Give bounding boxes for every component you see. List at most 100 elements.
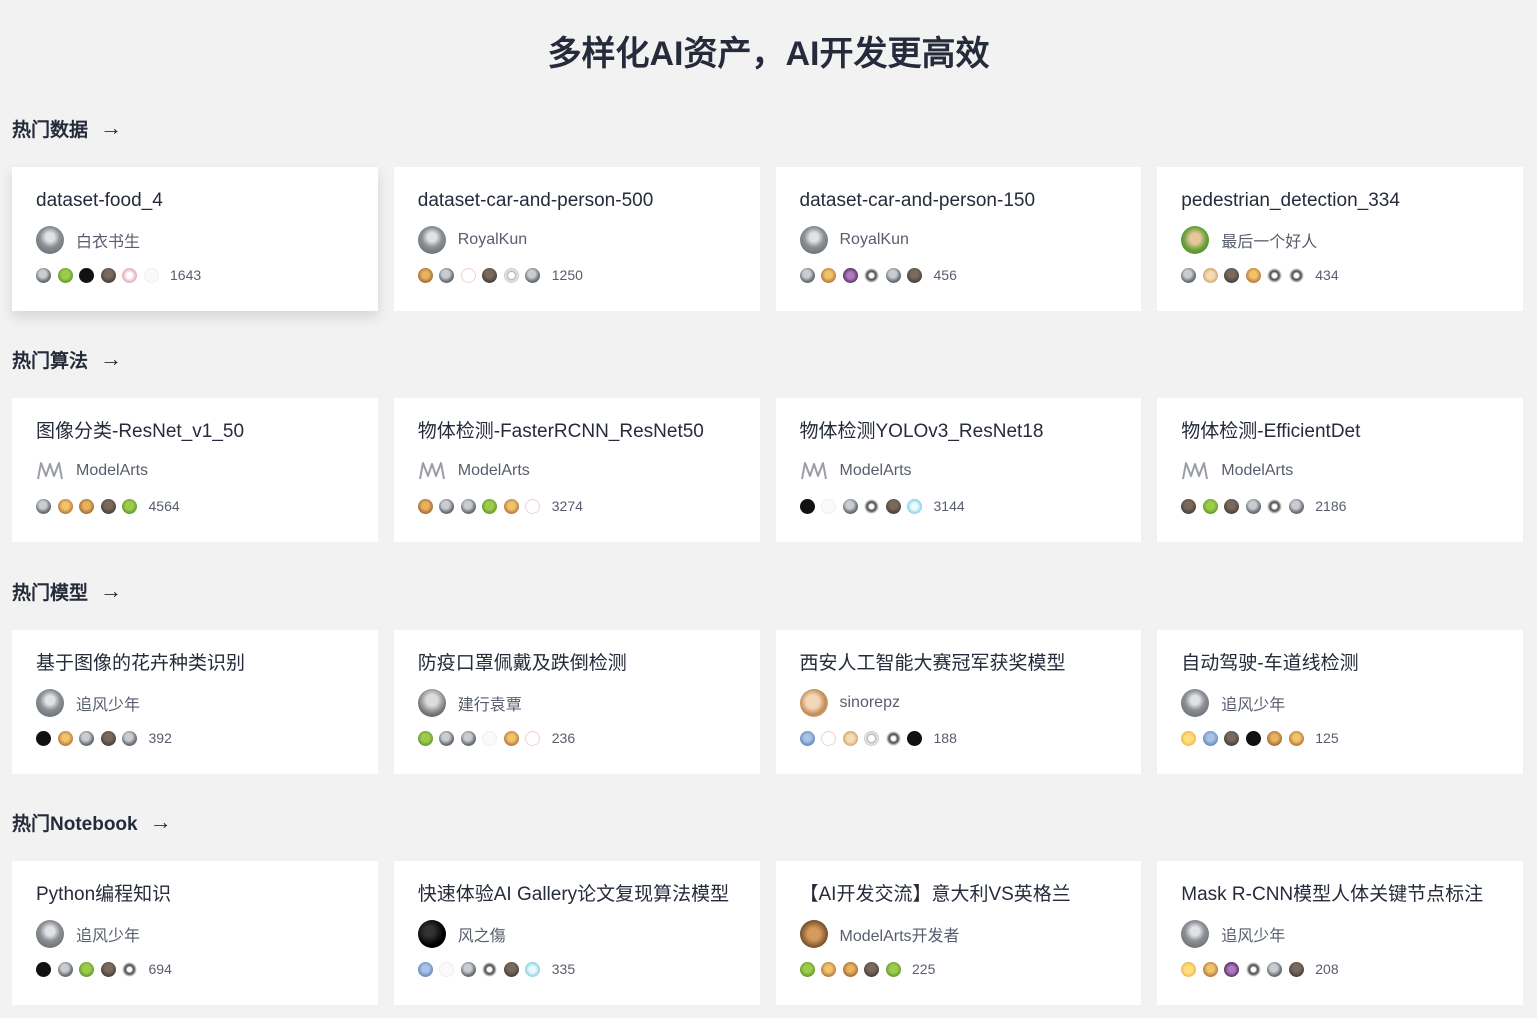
author-name[interactable]: ModelArts	[840, 462, 912, 480]
user-avatar	[122, 498, 137, 514]
card-author[interactable]: 风之傷	[417, 919, 736, 949]
dog-avatar[interactable]	[36, 920, 64, 948]
section-header-link[interactable]: 热门数据 →	[12, 115, 1523, 141]
asset-card[interactable]: dataset-car-and-person-150 RoyalKun 456	[775, 167, 1142, 311]
author-name[interactable]: 风之傷	[458, 922, 506, 946]
green-avatar[interactable]	[1181, 226, 1210, 254]
user-avatar-list: 1643	[36, 267, 354, 283]
arrow-right-icon[interactable]: →	[100, 115, 122, 141]
dog-avatar[interactable]	[799, 226, 828, 254]
card-title[interactable]: 防疫口罩佩戴及跌倒检测	[418, 650, 736, 678]
card-author[interactable]: ModelArts	[1181, 456, 1499, 486]
card-title[interactable]: 自动驾驶-车道线检测	[1181, 650, 1499, 678]
user-avatar	[885, 498, 901, 514]
card-title[interactable]: 物体检测-EfficientDet	[1181, 418, 1499, 446]
bear-avatar[interactable]	[799, 920, 828, 948]
card-title[interactable]: dataset-car-and-person-500	[418, 187, 736, 215]
arrow-right-icon[interactable]: →	[150, 809, 172, 835]
user-avatar-list: 3274	[417, 498, 736, 514]
card-author[interactable]: 建行袁覃	[417, 688, 736, 718]
author-name[interactable]: ModelArts	[76, 462, 148, 480]
author-name[interactable]: sinorepz	[840, 694, 900, 712]
author-name[interactable]: 追风少年	[76, 691, 140, 715]
card-title[interactable]: dataset-car-and-person-150	[800, 187, 1118, 215]
card-author[interactable]: ModelArts	[418, 456, 736, 486]
card-title[interactable]: 物体检测YOLOv3_ResNet18	[800, 418, 1118, 446]
asset-card[interactable]: Mask R-CNN模型人体关键节点标注 追风少年 208	[1157, 861, 1523, 1005]
user-avatar	[1202, 730, 1218, 746]
author-name[interactable]: 追风少年	[1221, 922, 1285, 946]
card-author[interactable]: 追风少年	[36, 919, 354, 949]
asset-card[interactable]: dataset-car-and-person-500 RoyalKun 1250	[393, 167, 760, 311]
author-name[interactable]: ModelArts	[1221, 462, 1293, 480]
card-title[interactable]: 物体检测-FasterRCNN_ResNet50	[418, 418, 736, 446]
author-name[interactable]: ModelArts开发者	[840, 922, 960, 946]
asset-card[interactable]: 防疫口罩佩戴及跌倒检测 建行袁覃 236	[393, 630, 760, 774]
dog-avatar[interactable]	[36, 689, 64, 717]
card-author[interactable]: RoyalKun	[799, 225, 1118, 255]
user-avatar	[1288, 961, 1304, 977]
card-author[interactable]: 最后一个好人	[1181, 225, 1499, 255]
user-avatar	[1224, 498, 1240, 514]
card-author[interactable]: sinorepz	[799, 688, 1118, 718]
user-avatar	[503, 961, 519, 977]
card-author[interactable]: ModelArts	[800, 456, 1118, 486]
dog-avatar[interactable]	[417, 226, 446, 254]
user-avatar	[460, 730, 476, 746]
section-header-link[interactable]: 热门模型 →	[12, 578, 1523, 604]
wolf-avatar[interactable]	[417, 689, 446, 717]
author-name[interactable]: RoyalKun	[458, 231, 527, 249]
asset-card[interactable]: 自动驾驶-车道线检测 追风少年 125	[1157, 630, 1523, 774]
card-title[interactable]: 图像分类-ResNet_v1_50	[36, 418, 354, 446]
section-header-link[interactable]: 热门算法 →	[12, 346, 1523, 372]
author-name[interactable]: 追风少年	[76, 922, 140, 946]
card-author[interactable]: 追风少年	[36, 688, 354, 718]
asset-card[interactable]: 【AI开发交流】意大利VS英格兰 ModelArts开发者 225	[775, 861, 1142, 1005]
card-author[interactable]: RoyalKun	[417, 225, 736, 255]
black-avatar[interactable]	[417, 920, 446, 948]
card-author[interactable]: 追风少年	[1181, 688, 1499, 718]
card-title[interactable]: dataset-food_4	[36, 187, 354, 215]
asset-card[interactable]: 图像分类-ResNet_v1_50 ModelArts 4564	[12, 398, 378, 542]
author-name[interactable]: ModelArts	[458, 462, 530, 480]
author-name[interactable]: 建行袁覃	[458, 691, 522, 715]
card-title[interactable]: Mask R-CNN模型人体关键节点标注	[1181, 881, 1499, 909]
dog-avatar[interactable]	[1181, 920, 1210, 948]
dog-avatar[interactable]	[1181, 689, 1210, 717]
author-name[interactable]: 追风少年	[1221, 691, 1285, 715]
user-avatar-list: 392	[36, 730, 354, 746]
card-title[interactable]: 快速体验AI Gallery论文复现算法模型	[418, 881, 736, 909]
user-avatar	[821, 267, 836, 283]
asset-card[interactable]: 物体检测YOLOv3_ResNet18 ModelArts 3144	[775, 398, 1142, 542]
asset-card[interactable]: 物体检测-EfficientDet ModelArts 2186	[1157, 398, 1523, 542]
author-name[interactable]: RoyalKun	[840, 231, 909, 249]
asset-card[interactable]: 物体检测-FasterRCNN_ResNet50 ModelArts 3274	[393, 398, 760, 542]
author-name[interactable]: 最后一个好人	[1221, 228, 1317, 252]
arrow-right-icon[interactable]: →	[100, 578, 122, 604]
asset-card[interactable]: 西安人工智能大赛冠军获奖模型 sinorepz 188	[775, 630, 1142, 774]
arrow-right-icon[interactable]: →	[100, 346, 122, 372]
card-title[interactable]: pedestrian_detection_334	[1181, 187, 1499, 215]
card-author[interactable]: ModelArts	[36, 456, 354, 486]
card-author[interactable]: 白衣书生	[36, 225, 354, 255]
user-avatar	[460, 267, 476, 283]
user-avatar	[1202, 961, 1218, 977]
card-title[interactable]: 【AI开发交流】意大利VS英格兰	[800, 881, 1118, 909]
asset-card[interactable]: Python编程知识 追风少年 694	[12, 861, 378, 1005]
dog-avatar[interactable]	[36, 226, 64, 254]
user-avatar-list: 2186	[1181, 498, 1499, 514]
asset-card[interactable]: pedestrian_detection_334 最后一个好人 434	[1157, 167, 1523, 311]
usage-count: 3274	[551, 498, 583, 514]
card-title[interactable]: Python编程知识	[36, 881, 354, 909]
card-author[interactable]: 追风少年	[1181, 919, 1499, 949]
section-header-link[interactable]: 热门Notebook →	[12, 809, 1523, 835]
asset-card[interactable]: 基于图像的花卉种类识别追风少年 392	[12, 630, 378, 774]
card-author[interactable]: ModelArts开发者	[799, 919, 1118, 949]
asset-card[interactable]: dataset-food_4 白衣书生 1643	[12, 167, 378, 311]
asset-card[interactable]: 快速体验AI Gallery论文复现算法模型 风之傷 335	[393, 861, 760, 1005]
card-title[interactable]: 基于图像的花卉种类识别	[36, 650, 354, 678]
user-avatar-list: 3144	[799, 498, 1118, 514]
card-title[interactable]: 西安人工智能大赛冠军获奖模型	[800, 650, 1118, 678]
author-name[interactable]: 白衣书生	[76, 228, 140, 252]
sino-avatar[interactable]	[799, 689, 828, 717]
